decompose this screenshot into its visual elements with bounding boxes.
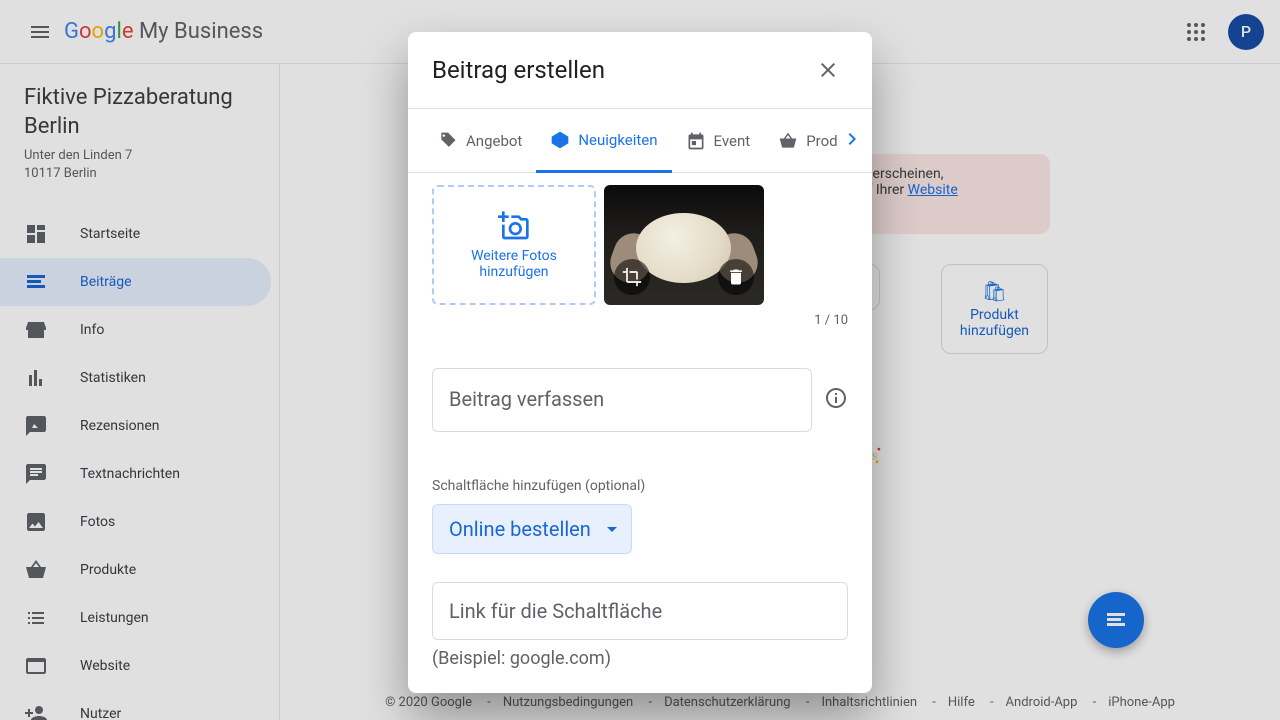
tab-prod[interactable]: Prod xyxy=(764,109,851,173)
link-hint: (Beispiel: google.com) xyxy=(432,648,848,669)
tab-label: Angebot xyxy=(466,132,522,150)
info-icon xyxy=(824,386,848,410)
chevron-right-icon xyxy=(840,127,864,151)
crop-photo-button[interactable] xyxy=(614,259,650,295)
close-button[interactable] xyxy=(808,50,848,90)
post-type-tabs: Angebot Neuigkeiten Event Prod xyxy=(408,109,872,173)
tab-neuigkeiten[interactable]: Neuigkeiten xyxy=(536,109,671,173)
create-post-dialog: Beitrag erstellen Angebot Neuigkeiten Even… xyxy=(408,32,872,693)
photo-counter: 1 / 10 xyxy=(432,313,848,328)
tag-icon xyxy=(438,131,458,151)
basket-icon xyxy=(778,131,798,151)
tabs-next-button[interactable] xyxy=(840,127,864,155)
alert-icon xyxy=(550,130,570,150)
tab-angebot[interactable]: Angebot xyxy=(424,109,536,173)
button-section-label: Schaltfläche hinzufügen (optional) xyxy=(432,478,848,494)
tab-label: Neuigkeiten xyxy=(578,131,657,149)
photo-thumbnail xyxy=(604,185,764,305)
button-type-select[interactable]: Online bestellen xyxy=(432,504,632,554)
dialog-title: Beitrag erstellen xyxy=(432,56,605,84)
button-link-input[interactable] xyxy=(432,582,848,640)
compose-textarea[interactable] xyxy=(432,368,812,432)
trash-icon xyxy=(726,267,746,287)
event-icon xyxy=(686,131,706,151)
crop-icon xyxy=(622,267,642,287)
close-icon xyxy=(816,58,840,82)
add-photo-icon xyxy=(498,210,530,242)
tab-event[interactable]: Event xyxy=(672,109,765,173)
tab-label: Event xyxy=(714,132,751,150)
add-photos-button[interactable]: Weitere Fotoshinzufügen xyxy=(432,185,596,305)
tab-label: Prod xyxy=(806,132,837,150)
delete-photo-button[interactable] xyxy=(718,259,754,295)
info-button[interactable] xyxy=(824,386,848,414)
